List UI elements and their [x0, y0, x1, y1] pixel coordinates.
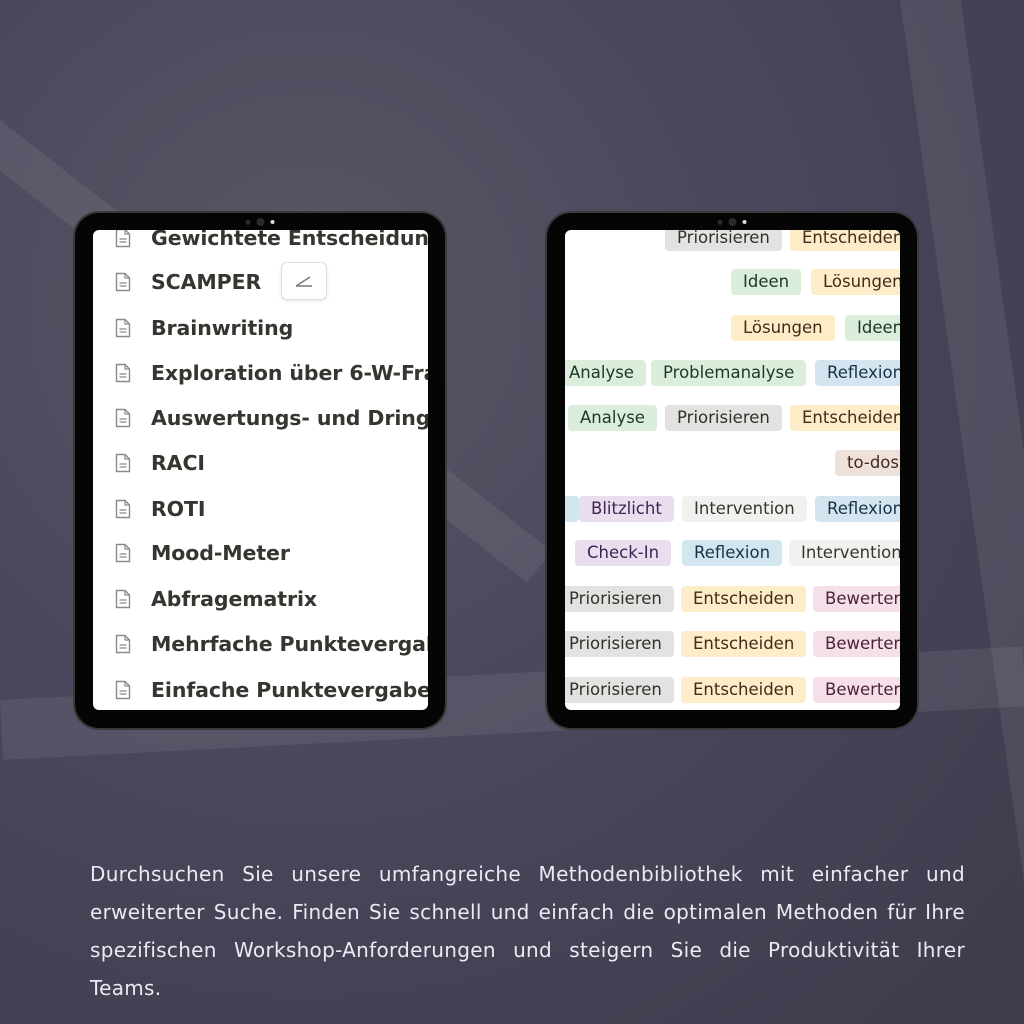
- method-list-item[interactable]: Brainwriting: [93, 308, 428, 348]
- method-list: Gewichtete Entscheidungsmatrix SCAMPER Bra…: [93, 230, 428, 710]
- tag-priorisieren[interactable]: Priorisieren: [565, 677, 674, 703]
- tag-intervention[interactable]: Intervention: [682, 496, 807, 522]
- tag-blitzlicht[interactable]: Blitzlicht: [579, 496, 674, 522]
- camera: [717, 218, 747, 226]
- document-icon: [115, 318, 131, 338]
- tag-priorisieren[interactable]: Priorisieren: [665, 230, 782, 251]
- tag-bewerten[interactable]: Bewerten: [813, 586, 900, 612]
- tag-entscheiden[interactable]: Entscheiden: [681, 586, 807, 612]
- method-list-item[interactable]: Exploration über 6-W-Fragen: [93, 353, 428, 393]
- texture-streak: [900, 0, 1024, 892]
- tag-problemanalyse[interactable]: Problemanalyse: [651, 360, 807, 386]
- method-title: Brainwriting: [151, 316, 294, 340]
- method-title: Abfragematrix: [151, 587, 318, 611]
- method-list-item[interactable]: RACI: [93, 443, 428, 483]
- tag-analyse[interactable]: Analyse: [565, 360, 646, 386]
- tag-intervention[interactable]: Intervention: [789, 540, 900, 566]
- document-icon: [115, 589, 131, 609]
- document-icon: [115, 453, 131, 473]
- method-title: Gewichtete Entscheidungsmatrix: [151, 230, 428, 250]
- method-list-item[interactable]: Gewichtete Entscheidungsmatrix: [93, 230, 428, 258]
- document-icon: [115, 408, 131, 428]
- tag-entscheiden[interactable]: Entscheiden: [790, 230, 900, 251]
- tag-lösungen[interactable]: Lösungen: [811, 269, 900, 295]
- tag-bewerten[interactable]: Bewerten: [813, 631, 900, 657]
- tag-priorisieren[interactable]: Priorisieren: [565, 631, 674, 657]
- left-tablet: Gewichtete Entscheidungsmatrix SCAMPER Bra…: [75, 213, 445, 728]
- document-icon: [115, 230, 131, 248]
- method-list-item[interactable]: Einfache Punktevergabe: [93, 670, 428, 710]
- method-list-item[interactable]: Auswertungs- und Dringlichkeitsmatrix: [93, 398, 428, 438]
- document-icon: [115, 272, 131, 292]
- method-title: Einfache Punktevergabe: [151, 678, 428, 702]
- method-title: Auswertungs- und Dringlichkeitsmatrix: [151, 406, 428, 430]
- tag-entscheiden[interactable]: Entscheiden: [681, 677, 807, 703]
- tag-check-in[interactable]: Check-In: [575, 540, 672, 566]
- method-list-item[interactable]: Mehrfache Punktevergabe: [93, 624, 428, 664]
- document-icon: [115, 499, 131, 519]
- document-icon: [115, 543, 131, 563]
- document-icon: [115, 634, 131, 654]
- document-icon: [115, 680, 131, 700]
- description-text: Durchsuchen Sie unsere umfangreiche Meth…: [90, 862, 965, 1000]
- method-title: ROTI: [151, 497, 206, 521]
- tag-priorisieren[interactable]: Priorisieren: [565, 586, 674, 612]
- tag-reflexion[interactable]: Reflexion: [815, 496, 900, 522]
- tag-list: Priorisieren Entscheiden Ideen Lösungen Lösu…: [565, 230, 900, 710]
- tag-entscheiden[interactable]: Entscheiden: [681, 631, 807, 657]
- method-title: SCAMPER: [151, 270, 262, 294]
- method-list-item[interactable]: SCAMPER: [93, 262, 428, 302]
- method-title: Mood-Meter: [151, 541, 290, 565]
- document-icon: [115, 363, 131, 383]
- tag-lösungen[interactable]: Lösungen: [731, 315, 835, 341]
- right-tablet: Priorisieren Entscheiden Ideen Lösungen Lösu…: [547, 213, 917, 728]
- method-title: Exploration über 6-W-Fragen: [151, 361, 428, 385]
- tag-reflexion[interactable]: Reflexion: [682, 540, 783, 566]
- method-title: Mehrfache Punktevergabe: [151, 632, 428, 656]
- tag-reflexion[interactable]: Reflexion: [815, 360, 900, 386]
- tag-to-dos[interactable]: to-dos: [835, 450, 900, 476]
- camera: [245, 218, 275, 226]
- method-list-item[interactable]: Mood-Meter: [93, 533, 428, 573]
- method-title: RACI: [151, 451, 205, 475]
- tag-analyse[interactable]: Analyse: [568, 405, 657, 431]
- tag-bewerten[interactable]: Bewerten: [813, 677, 900, 703]
- tag-ideen[interactable]: Ideen: [731, 269, 802, 295]
- method-list-item[interactable]: Abfragematrix: [93, 579, 428, 619]
- tag-entscheiden[interactable]: Entscheiden: [790, 405, 900, 431]
- tag-ideen[interactable]: Ideen: [845, 315, 900, 341]
- tag-priorisieren[interactable]: Priorisieren: [665, 405, 782, 431]
- method-list-item[interactable]: ROTI: [93, 489, 428, 529]
- tag-clipped[interactable]: [565, 496, 579, 522]
